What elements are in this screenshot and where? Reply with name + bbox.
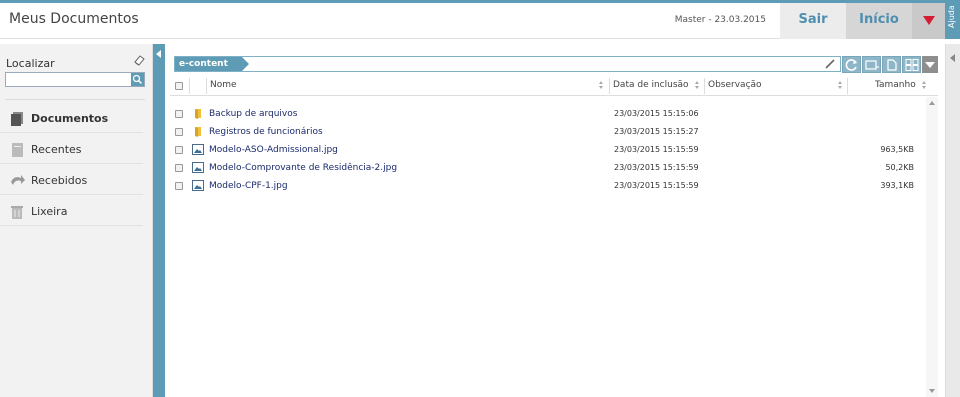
app-header: Meus Documentos Master - 23.03.2015 Sair… [0, 3, 960, 39]
menu-dropdown-button[interactable] [912, 3, 945, 39]
column-separator [206, 78, 207, 94]
new-folder-icon [865, 60, 879, 70]
caret-down-icon [923, 16, 935, 25]
column-header-size[interactable]: Tamanho [875, 80, 916, 90]
search-label: Localizar [6, 57, 55, 70]
folder-icon [195, 109, 201, 119]
file-name[interactable]: Modelo-Comprovante de Residência-2.jpg [209, 163, 397, 173]
divider [5, 99, 145, 100]
user-info: Master - 23.03.2015 [674, 15, 766, 25]
row-checkbox[interactable] [175, 182, 183, 190]
received-icon [11, 175, 25, 185]
scroll-up-icon[interactable] [929, 101, 935, 105]
table-row[interactable]: Modelo-ASO-Admissional.jpg 23/03/2015 15… [170, 141, 920, 159]
grid-view-icon [905, 59, 919, 71]
column-header-note[interactable]: Observação [708, 80, 762, 90]
sidebar-item-documents[interactable]: Documentos [0, 103, 143, 133]
file-name[interactable]: Registros de funcionários [209, 127, 323, 137]
refresh-icon [845, 59, 857, 71]
trash-icon [11, 206, 23, 219]
refresh-button[interactable] [842, 56, 861, 73]
sidebar-item-label: Lixeira [31, 205, 68, 218]
image-file-icon [192, 162, 204, 173]
image-file-icon [192, 144, 204, 155]
more-options-dropdown[interactable] [922, 56, 938, 73]
sidebar-item-trash[interactable]: Lixeira [0, 196, 143, 226]
row-checkbox[interactable] [175, 146, 183, 154]
sort-icon[interactable] [922, 81, 927, 91]
file-date: 23/03/2015 15:15:59 [614, 145, 699, 154]
column-separator [609, 78, 610, 94]
sidebar-item-label: Recentes [31, 143, 82, 156]
file-name[interactable]: Modelo-ASO-Admissional.jpg [209, 145, 338, 155]
file-name[interactable]: Backup de arquivos [209, 109, 297, 119]
column-separator [847, 78, 848, 94]
search-button[interactable] [131, 73, 144, 86]
row-checkbox[interactable] [175, 110, 183, 118]
breadcrumb-item[interactable]: e-content [175, 57, 249, 71]
pencil-icon[interactable] [824, 58, 836, 70]
home-button[interactable]: Início [846, 3, 912, 39]
file-size: 963,5KB [880, 145, 914, 154]
grid-view-button[interactable] [902, 56, 921, 73]
sidebar-item-received[interactable]: Recebidos [0, 165, 143, 195]
sort-icon[interactable] [599, 81, 604, 91]
column-separator [704, 78, 705, 94]
table-header: Nome Data de inclusão Observação Tamanho [170, 76, 938, 96]
file-name[interactable]: Modelo-CPF-1.jpg [209, 181, 288, 191]
main-content: e-content Nome Data de inclusão Observaç… [165, 44, 945, 397]
eraser-icon[interactable] [133, 54, 145, 66]
row-checkbox[interactable] [175, 164, 183, 172]
sidebar-item-label: Recebidos [31, 174, 88, 187]
table-row[interactable]: Registros de funcionários 23/03/2015 15:… [170, 123, 920, 141]
select-all-checkbox[interactable] [175, 82, 183, 90]
page-title: Meus Documentos [9, 11, 139, 27]
recent-icon [12, 143, 23, 157]
table-row[interactable]: Backup de arquivos 23/03/2015 15:15:06 [170, 105, 920, 123]
caret-down-icon [925, 62, 935, 68]
sidebar: Localizar Documentos Recentes Recebidos [0, 44, 153, 397]
file-date: 23/03/2015 15:15:59 [614, 163, 699, 172]
vertical-scrollbar[interactable] [926, 97, 938, 397]
sidebar-collapse-handle[interactable] [153, 44, 165, 397]
table-row[interactable]: Modelo-CPF-1.jpg 23/03/2015 15:15:59 393… [170, 177, 920, 195]
file-date: 23/03/2015 15:15:06 [614, 109, 699, 118]
help-tab[interactable]: Ajuda [945, 3, 960, 39]
chevron-left-icon [950, 54, 955, 62]
new-file-icon [887, 59, 897, 71]
column-separator [189, 78, 190, 94]
search-input[interactable] [5, 72, 145, 87]
sidebar-item-recent[interactable]: Recentes [0, 134, 143, 164]
new-folder-button[interactable] [862, 56, 881, 73]
breadcrumb: e-content [174, 56, 841, 72]
documents-icon [11, 112, 23, 126]
image-file-icon [192, 180, 204, 191]
sort-icon[interactable] [695, 81, 700, 91]
column-header-date[interactable]: Data de inclusão [613, 80, 689, 90]
new-file-button[interactable] [882, 56, 901, 73]
file-date: 23/03/2015 15:15:59 [614, 181, 699, 190]
sort-icon[interactable] [838, 81, 843, 91]
right-panel-collapse-handle[interactable] [945, 44, 960, 397]
logout-button[interactable]: Sair [780, 3, 846, 39]
file-size: 50,2KB [885, 163, 914, 172]
sidebar-item-label: Documentos [31, 112, 109, 125]
table-row[interactable]: Modelo-Comprovante de Residência-2.jpg 2… [170, 159, 920, 177]
file-size: 393,1KB [880, 181, 914, 190]
scroll-down-icon[interactable] [929, 389, 935, 393]
row-checkbox[interactable] [175, 128, 183, 136]
chevron-left-icon [156, 50, 161, 58]
file-date: 23/03/2015 15:15:27 [614, 127, 699, 136]
folder-icon [195, 127, 201, 137]
column-header-name[interactable]: Nome [210, 80, 237, 90]
help-label: Ajuda [947, 5, 956, 28]
search-icon [132, 74, 143, 85]
